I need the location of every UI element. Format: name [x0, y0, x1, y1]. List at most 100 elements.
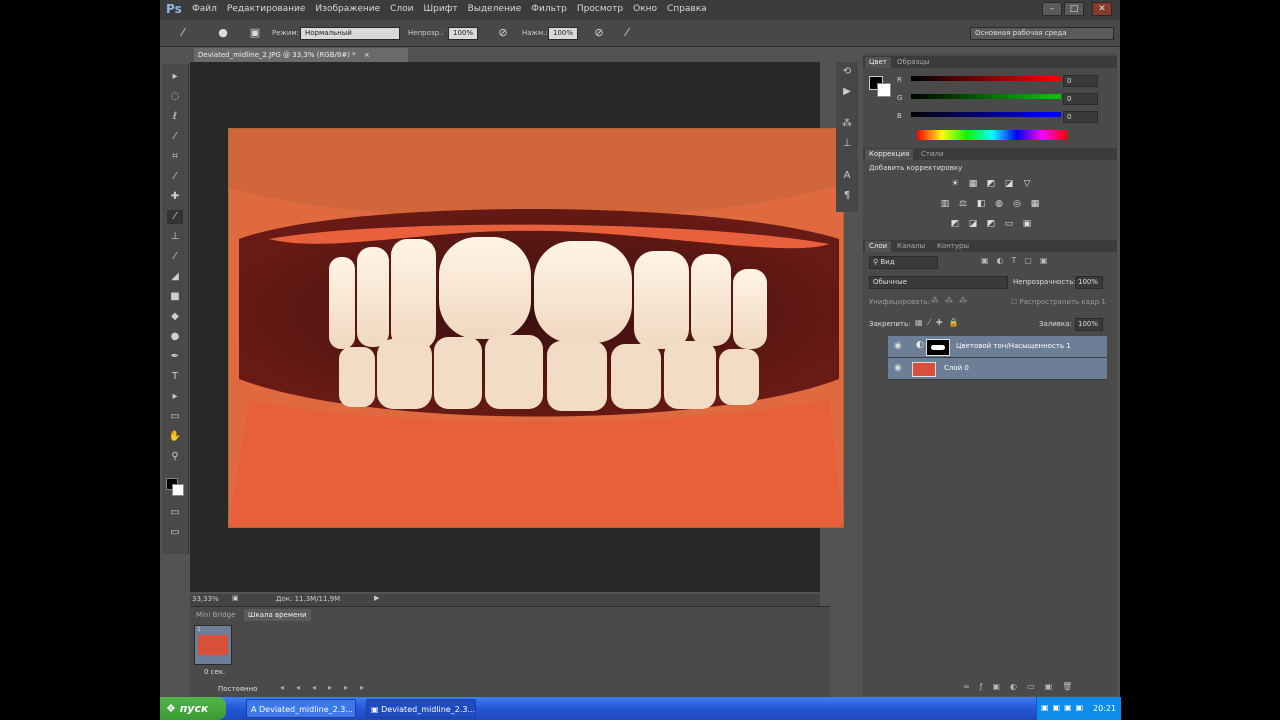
menu-select[interactable]: Выделение: [468, 4, 522, 14]
visibility-eye-icon[interactable]: ◉: [894, 341, 902, 351]
red-value[interactable]: 0: [1063, 75, 1098, 87]
unify-icons[interactable]: ⁂⁂⁂: [931, 296, 973, 305]
tab-paths[interactable]: Контуры: [933, 241, 973, 252]
brush-presets-icon[interactable]: ⁂: [839, 118, 855, 132]
pen-tool-icon[interactable]: ✒: [167, 350, 183, 364]
path-selection-tool-icon[interactable]: ▸: [167, 390, 183, 404]
black-white-icon[interactable]: ◧: [975, 198, 987, 210]
loop-select[interactable]: Постоянно: [218, 685, 257, 693]
pressure-opacity-icon[interactable]: ⊘: [496, 26, 510, 40]
brush-panel-icon[interactable]: ▣: [248, 26, 262, 40]
blue-value[interactable]: 0: [1063, 111, 1098, 123]
menu-help[interactable]: Справка: [667, 4, 707, 14]
character-icon[interactable]: A: [839, 170, 855, 184]
menu-filter[interactable]: Фильтр: [531, 4, 567, 14]
fill-field[interactable]: 100%: [1075, 318, 1103, 331]
menu-type[interactable]: Шрифт: [424, 4, 458, 14]
close-button[interactable]: ✕: [1092, 2, 1112, 16]
quick-mask-icon[interactable]: ▭: [167, 506, 183, 520]
layer-filter-icons[interactable]: ▣◐T▢▣: [981, 256, 1056, 265]
tab-channels[interactable]: Каналы: [893, 241, 929, 252]
hue-saturation-icon[interactable]: ▥: [939, 198, 951, 210]
pressure-size-icon[interactable]: ⁄: [620, 26, 634, 40]
layers-footer-icons[interactable]: ∞ƒ▣◐▭▣🗑: [963, 682, 1082, 691]
history-icon[interactable]: ⟲: [839, 66, 855, 80]
color-spectrum-bar[interactable]: [917, 130, 1067, 140]
taskbar-item[interactable]: A Deviated_midline_2.3...: [246, 699, 356, 718]
actions-icon[interactable]: ▶: [839, 86, 855, 100]
frame-delay[interactable]: 0 сек.: [204, 668, 225, 676]
brush-size-icon[interactable]: ●: [216, 26, 230, 40]
tray-icons[interactable]: ▣▣▣▣: [1041, 703, 1087, 712]
maximize-button[interactable]: □: [1064, 2, 1084, 16]
tab-swatches[interactable]: Образцы: [893, 57, 934, 68]
layer-filter-select[interactable]: ⚲ Вид: [869, 256, 938, 269]
workspace-select[interactable]: Основная рабочая среда: [970, 27, 1114, 40]
quick-select-tool-icon[interactable]: ⁄: [167, 130, 183, 144]
opacity-field[interactable]: 100%: [448, 27, 478, 40]
playback-controls-icon[interactable]: ◂◂◂▸▸▸: [280, 683, 376, 692]
shape-tool-icon[interactable]: ▭: [167, 410, 183, 424]
layer-row[interactable]: ◉ ◐ ∞ Цветовой тон/Насыщенность 1: [888, 336, 1107, 358]
blend-mode-select[interactable]: Обычные: [869, 276, 1008, 289]
visibility-eye-icon[interactable]: ◉: [894, 363, 902, 373]
close-tab-icon[interactable]: ×: [364, 51, 370, 59]
marquee-tool-icon[interactable]: ◌: [167, 90, 183, 104]
menu-layers[interactable]: Слои: [390, 4, 413, 14]
layer-thumbnail[interactable]: [912, 362, 936, 377]
type-tool-icon[interactable]: T: [167, 370, 183, 384]
minimize-button[interactable]: –: [1042, 2, 1062, 16]
menu-view[interactable]: Просмотр: [577, 4, 623, 14]
layer-name[interactable]: Цветовой тон/Насыщенность 1: [956, 342, 1071, 350]
screen-mode-icon[interactable]: ▭: [167, 526, 183, 540]
lock-icons[interactable]: ▦⁄✚🔒: [915, 318, 965, 327]
status-icon[interactable]: ▣: [232, 594, 239, 602]
mode-select[interactable]: Нормальный: [300, 27, 400, 40]
animation-frame[interactable]: 1: [194, 625, 232, 665]
invert-icon[interactable]: ◩: [949, 218, 961, 230]
threshold-icon[interactable]: ◩: [985, 218, 997, 230]
menu-file[interactable]: Файл: [192, 4, 217, 14]
selective-color-icon[interactable]: ▣: [1021, 218, 1033, 230]
crop-tool-icon[interactable]: ⌗: [167, 150, 183, 164]
tab-mini-bridge[interactable]: Mini Bridge: [192, 609, 239, 621]
vibrance-icon[interactable]: ▽: [1021, 178, 1033, 190]
photo-filter-icon[interactable]: ◍: [993, 198, 1005, 210]
eraser-tool-icon[interactable]: ◢: [167, 270, 183, 284]
airbrush-icon[interactable]: ⊘: [592, 26, 606, 40]
gradient-tool-icon[interactable]: ■: [167, 290, 183, 304]
tab-color[interactable]: Цвет: [865, 57, 891, 68]
color-background-swatch[interactable]: [877, 83, 891, 97]
document-tab[interactable]: Deviated_midline_2.JPG @ 33,3% (RGB/8#) …: [194, 48, 408, 62]
start-button[interactable]: ❖ пуск: [160, 697, 226, 720]
eyedropper-tool-icon[interactable]: ⁄: [167, 170, 183, 184]
tab-styles[interactable]: Стили: [917, 149, 948, 160]
layer-mask-thumbnail[interactable]: [926, 339, 950, 356]
taskbar-item-active[interactable]: ▣ Deviated_midline_2.3...: [366, 699, 476, 718]
hand-tool-icon[interactable]: ✋: [167, 430, 183, 444]
layer-name[interactable]: Слой 0: [944, 364, 969, 372]
color-balance-icon[interactable]: ⚖: [957, 198, 969, 210]
clone-source-icon[interactable]: ⊥: [839, 138, 855, 152]
gradient-map-icon[interactable]: ▭: [1003, 218, 1015, 230]
red-slider[interactable]: [911, 76, 1061, 81]
posterize-icon[interactable]: ◪: [967, 218, 979, 230]
layer-row[interactable]: ◉ Слой 0: [888, 358, 1107, 380]
curves-icon[interactable]: ◩: [985, 178, 997, 190]
blue-slider[interactable]: [911, 112, 1061, 117]
clone-stamp-tool-icon[interactable]: ⊥: [167, 230, 183, 244]
levels-icon[interactable]: ▦: [967, 178, 979, 190]
menu-window[interactable]: Окно: [633, 4, 657, 14]
tab-adjustments[interactable]: Коррекция: [865, 149, 914, 160]
dodge-tool-icon[interactable]: ●: [167, 330, 183, 344]
menu-edit[interactable]: Редактирование: [227, 4, 306, 14]
brightness-icon[interactable]: ☀: [949, 178, 961, 190]
channel-mixer-icon[interactable]: ◎: [1011, 198, 1023, 210]
menu-image[interactable]: Изображение: [315, 4, 380, 14]
propagate-frame-checkbox[interactable]: ☐ Распространить кадр 1: [1011, 298, 1106, 306]
exposure-icon[interactable]: ◪: [1003, 178, 1015, 190]
brush-tool-icon[interactable]: ⁄: [167, 210, 183, 224]
brush-preset-icon[interactable]: ⁄: [176, 26, 190, 40]
move-tool-icon[interactable]: ▸: [167, 70, 183, 84]
zoom-level[interactable]: 33,33%: [192, 595, 219, 603]
